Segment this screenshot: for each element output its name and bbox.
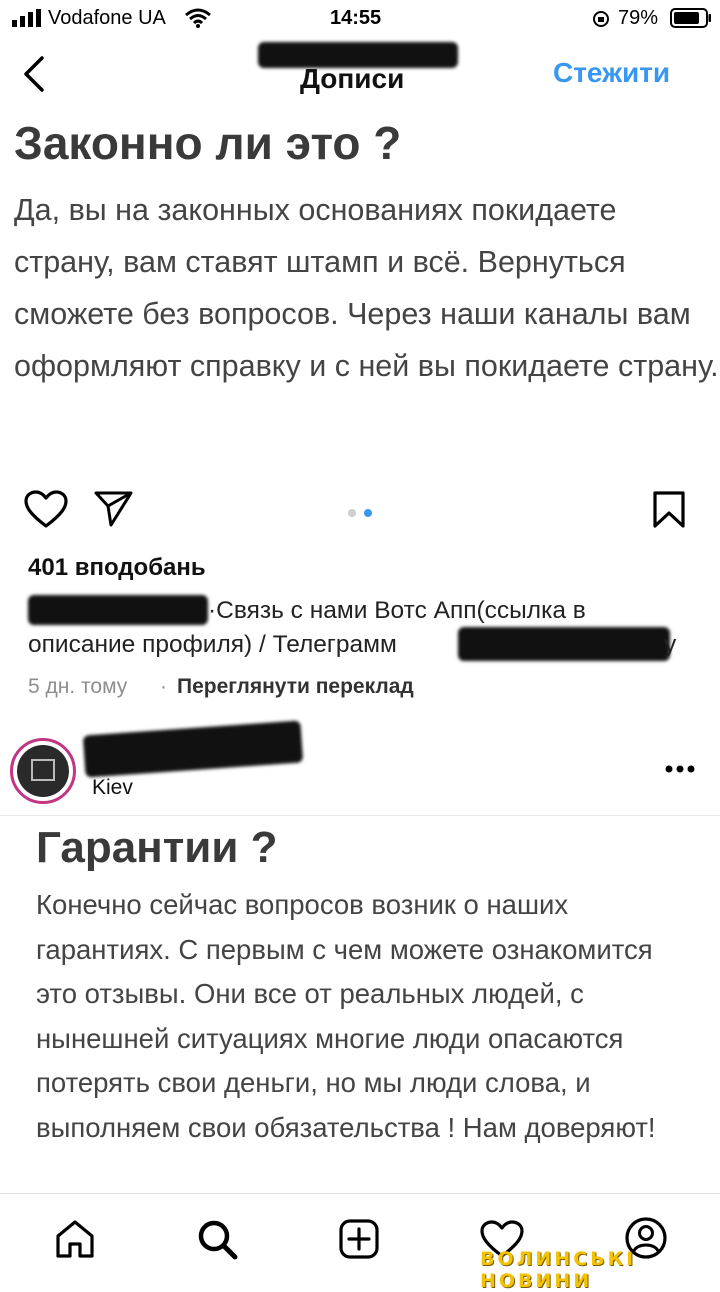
image-text: Да, вы на законных основаниях покидаете … [14, 193, 719, 383]
home-icon[interactable] [54, 1218, 96, 1260]
clock: 14:55 [330, 7, 382, 29]
likes-count[interactable]: 401 вподобань [28, 554, 206, 582]
wifi-icon [185, 8, 211, 28]
redacted-telegram-handle [458, 627, 670, 661]
carrier-name: Vodafone UA [48, 7, 166, 29]
carousel-indicator [347, 505, 375, 523]
caption-tail: y [664, 631, 677, 658]
redacted-caption-username [28, 595, 208, 625]
more-horizontal-icon[interactable] [664, 764, 696, 774]
follow-button[interactable]: Стежити [553, 57, 670, 89]
post-location[interactable]: Kiev [92, 776, 133, 800]
redacted-account-name [82, 720, 304, 778]
caption-line-2: описание профиля) / Телеграмм [28, 631, 397, 658]
bookmark-icon[interactable] [652, 490, 686, 530]
image-heading-2: Гарантии ? [36, 823, 278, 872]
create-post-icon[interactable] [338, 1218, 380, 1260]
see-translation-link[interactable]: Переглянути переклад [177, 675, 414, 699]
share-send-icon[interactable] [94, 490, 134, 528]
battery-percent: 79% [618, 7, 659, 29]
chevron-left-icon[interactable] [20, 54, 50, 94]
search-icon[interactable] [196, 1218, 238, 1260]
avatar[interactable] [10, 738, 76, 804]
carousel-dots [348, 509, 372, 517]
post-time: 5 дн. тому [28, 675, 128, 698]
signal-icon [12, 9, 41, 27]
bottom-navigation: ВОЛИНСЬКІ НОВИНИ [0, 1193, 720, 1292]
image-text-2: Конечно сейчас вопросов возник о наших г… [36, 889, 656, 1143]
page-title: Дописи [300, 63, 405, 94]
top-header: Дописи Стежити [0, 40, 720, 111]
image-heading: Законно ли это ? [14, 117, 402, 169]
caption-line-1: ·Связь с нами Вотс Апп(ссылка в [208, 597, 586, 624]
like-heart-icon[interactable] [24, 490, 68, 530]
post-image-2[interactable]: Гарантии ? Конечно сейчас вопросов возни… [0, 815, 720, 1194]
orientation-lock-icon [593, 11, 609, 27]
battery-icon [670, 8, 711, 28]
status-bar: Vodafone UA 14:55 79% [0, 0, 720, 40]
meta-separator: · [160, 675, 167, 698]
post-image[interactable]: Законно ли это ? Да, вы на законных осно… [0, 110, 720, 480]
news-watermark: ВОЛИНСЬКІ НОВИНИ [480, 1248, 637, 1292]
